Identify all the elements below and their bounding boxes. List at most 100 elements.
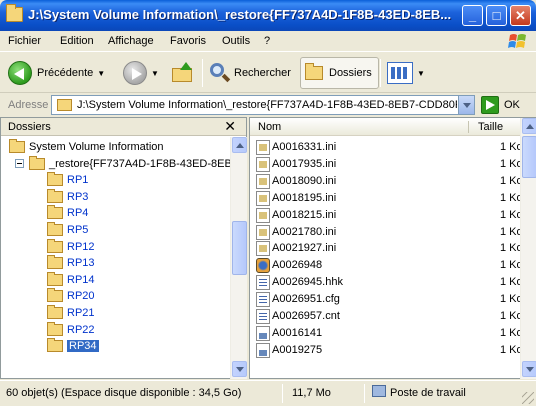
- ini-file-icon: [256, 224, 270, 240]
- menu-help[interactable]: ?: [264, 35, 270, 47]
- file-row[interactable]: A0021780.ini 1 Ko: [250, 224, 520, 241]
- folder-icon: [6, 4, 23, 22]
- tree-item[interactable]: System Volume Information: [9, 139, 164, 155]
- column-size-header[interactable]: Taille: [478, 121, 503, 133]
- tree-item[interactable]: RP13: [47, 255, 95, 271]
- files-scrollbar[interactable]: [520, 118, 536, 379]
- collapse-icon[interactable]: [15, 159, 24, 169]
- file-name: A0026945.hhk: [272, 276, 343, 289]
- file-row[interactable]: A0017935.ini 1 Ko: [250, 156, 520, 173]
- scroll-down-button[interactable]: [522, 361, 536, 377]
- search-label: Rechercher: [234, 67, 291, 79]
- folder-icon: [47, 288, 63, 303]
- tree-item[interactable]: RP34: [47, 338, 99, 354]
- tree-item[interactable]: RP4: [47, 205, 88, 221]
- title-bar[interactable]: J:\System Volume Information\_restore{FF…: [0, 0, 536, 31]
- file-row[interactable]: A0026951.cfg 1 Ko: [250, 291, 520, 308]
- file-name: A0026957.cnt: [272, 310, 340, 322]
- menu-favoris[interactable]: Favoris: [170, 35, 206, 47]
- back-label: Précédente: [37, 67, 94, 79]
- address-input[interactable]: J:\System Volume Information\_restore{FF…: [51, 95, 475, 115]
- folder-icon: [47, 238, 63, 253]
- file-row[interactable]: A0019275 1 Ko: [250, 342, 520, 359]
- menu-affichage[interactable]: Affichage: [108, 35, 154, 47]
- computer-icon: [372, 385, 386, 397]
- back-button[interactable]: Précédente ▼: [8, 57, 105, 89]
- forward-button[interactable]: ▼: [123, 57, 159, 89]
- menu-edition[interactable]: Edition: [60, 35, 94, 47]
- toolbar-separator: [202, 59, 203, 87]
- address-dropdown-button[interactable]: [458, 96, 474, 114]
- tree-item[interactable]: _restore{FF737A4D-1F8B-43ED-8EB7: [15, 155, 230, 172]
- minimize-button[interactable]: _: [462, 5, 483, 26]
- folder-icon: [9, 139, 25, 153]
- ini-file-icon: [256, 190, 270, 206]
- tree-item[interactable]: RP5: [47, 222, 88, 238]
- search-button[interactable]: Rechercher: [208, 57, 291, 89]
- close-button[interactable]: ✕: [510, 5, 531, 26]
- file-row[interactable]: A0021927.ini 1 Ko: [250, 240, 520, 257]
- tree-item[interactable]: RP3: [47, 188, 88, 205]
- folder-icon: [47, 188, 63, 203]
- scroll-up-button[interactable]: [232, 137, 247, 153]
- tree-item-label: RP14: [67, 273, 95, 286]
- file-row[interactable]: A0018195.ini 1 Ko: [250, 190, 520, 207]
- tree-item-label: RP20: [67, 290, 95, 303]
- go-arrow-icon[interactable]: [481, 96, 499, 114]
- scroll-down-button[interactable]: [232, 361, 247, 377]
- tree-item[interactable]: RP22: [47, 321, 95, 338]
- folders-pane: Dossiers ✕ System Volume Information _res…: [0, 117, 247, 379]
- file-size: 1 Ko: [500, 259, 520, 272]
- search-icon: [208, 62, 231, 84]
- tree-item-label: RP1: [67, 174, 89, 187]
- folder-icon: [305, 63, 323, 80]
- file-row[interactable]: A0016331.ini 1 Ko: [250, 139, 520, 156]
- file-name: A0018215.ini: [272, 208, 337, 221]
- forward-arrow-icon: [123, 61, 147, 85]
- tree-item[interactable]: RP21: [47, 305, 95, 321]
- file-name: A0017935.ini: [272, 157, 337, 170]
- back-arrow-icon: [8, 61, 32, 85]
- folders-button[interactable]: Dossiers: [300, 57, 379, 89]
- file-row[interactable]: A0026948 1 Ko: [250, 257, 520, 274]
- chevron-down-icon: ▼: [417, 68, 425, 78]
- tree-item[interactable]: RP14: [47, 271, 95, 288]
- folder-tree: System Volume Information _restore{FF737A…: [1, 137, 230, 379]
- file-size: 1 Ko: [500, 191, 520, 204]
- tree-item[interactable]: RP20: [47, 288, 95, 304]
- folder-icon: [29, 155, 45, 170]
- maximize-button[interactable]: □: [486, 5, 507, 26]
- menu-fichier[interactable]: Fichier: [8, 35, 41, 47]
- folders-scrollbar[interactable]: [230, 137, 247, 379]
- go-button[interactable]: OK: [504, 99, 520, 111]
- column-divider[interactable]: [468, 121, 469, 133]
- scroll-up-button[interactable]: [522, 118, 536, 134]
- up-folder-button[interactable]: [172, 57, 196, 89]
- file-row[interactable]: A0026945.hhk 1 Ko: [250, 274, 520, 291]
- menu-bar: Fichier Edition Affichage Favoris Outils…: [0, 31, 536, 52]
- file-name: A0026948: [272, 259, 323, 272]
- address-value[interactable]: J:\System Volume Information\_restore{FF…: [77, 99, 457, 111]
- column-name-header[interactable]: Nom: [258, 121, 281, 133]
- file-size: 1 Ko: [500, 326, 520, 339]
- tree-item[interactable]: RP12: [47, 238, 95, 255]
- file-row[interactable]: A0018090.ini 1 Ko: [250, 173, 520, 190]
- file-list-pane: Nom Taille A0016331.ini 1 Ko A0017935.ini 1…: [249, 117, 536, 379]
- scroll-thumb[interactable]: [232, 221, 247, 275]
- views-icon: [387, 62, 413, 84]
- file-size: 1 Ko: [500, 276, 520, 289]
- menu-outils[interactable]: Outils: [222, 35, 250, 47]
- file-row[interactable]: A0018215.ini 1 Ko: [250, 207, 520, 224]
- tree-item-label: RP22: [67, 323, 95, 336]
- file-size: 1 Ko: [500, 293, 520, 306]
- address-bar: Adresse J:\System Volume Information\_re…: [0, 94, 536, 116]
- file-row[interactable]: A0026957.cnt 1 Ko: [250, 308, 520, 325]
- folder-icon: [47, 172, 63, 187]
- scroll-thumb[interactable]: [522, 136, 536, 178]
- views-button[interactable]: ▼: [387, 57, 425, 89]
- file-row[interactable]: A0016141 1 Ko: [250, 325, 520, 342]
- close-icon[interactable]: ✕: [224, 118, 236, 135]
- chevron-down-icon: ▼: [151, 68, 159, 78]
- tree-item[interactable]: RP1: [47, 172, 88, 188]
- resize-grip-icon[interactable]: [522, 392, 534, 404]
